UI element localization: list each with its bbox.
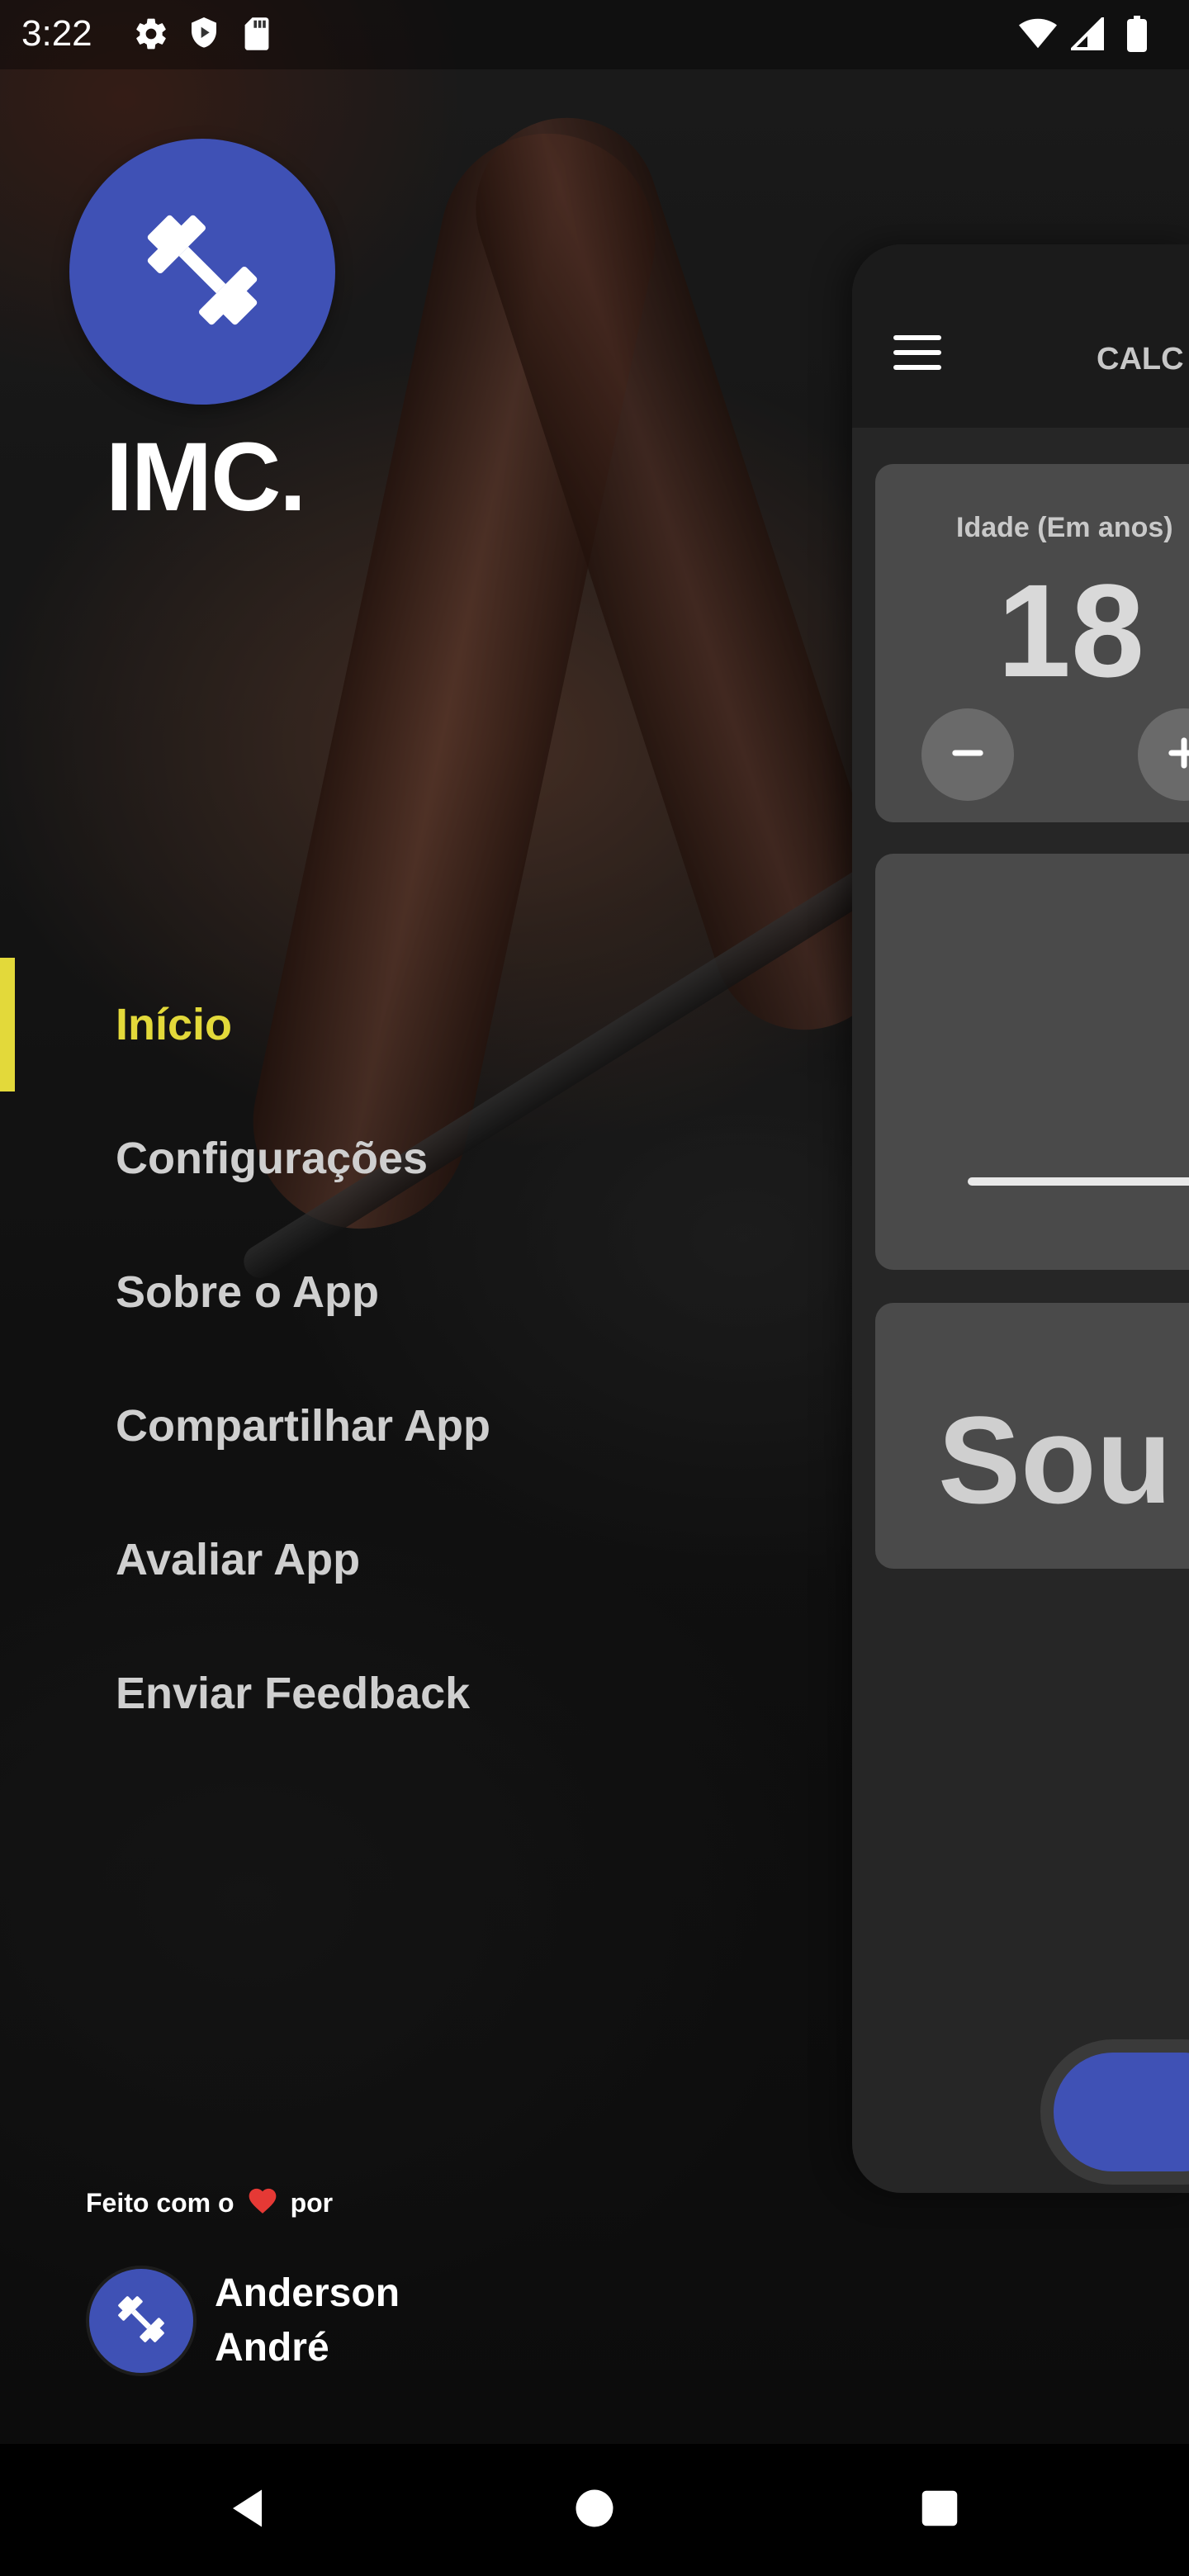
back-triangle-icon (225, 2484, 274, 2537)
menu-item-label: Início (116, 1000, 233, 1049)
age-label: Idade (Em anos) (956, 512, 1173, 543)
minus-icon (945, 730, 991, 780)
nav-recents-button[interactable] (907, 2477, 973, 2543)
menu-item-label: Enviar Feedback (116, 1669, 471, 1718)
cell-signal-icon (1068, 15, 1106, 53)
navigation-drawer: IMC. Início Configurações Sobre o App Co… (0, 0, 852, 2444)
height-value: 1 (1184, 992, 1189, 1116)
plus-icon (1161, 730, 1189, 780)
menu-item-label: Compartilhar App (116, 1401, 491, 1451)
recents-square-icon (915, 2484, 964, 2537)
appbar-title: CALC (1097, 342, 1184, 376)
menu-item-label: Avaliar App (116, 1535, 361, 1584)
main-app-window[interactable]: CALC Idade (Em anos) 18 1 Sou (852, 244, 1189, 2193)
app-bar: CALC (852, 244, 1189, 428)
battery-icon (1118, 15, 1156, 53)
age-card: Idade (Em anos) 18 (875, 464, 1189, 822)
made-prefix: Feito com o (86, 2187, 234, 2218)
made-suffix: por (290, 2187, 334, 2218)
wifi-icon (1019, 15, 1057, 53)
author-last-name: André (215, 2326, 329, 2370)
app-logo (69, 139, 335, 405)
nav-home-button[interactable] (561, 2477, 628, 2543)
gender-text: Sou (938, 1390, 1172, 1529)
age-decrement-button[interactable] (921, 708, 1014, 801)
author-block[interactable]: Anderson André (86, 2266, 400, 2376)
home-circle-icon (570, 2484, 619, 2537)
calculate-button[interactable] (1040, 2039, 1189, 2185)
app-title: IMC. (106, 423, 306, 532)
drawer-menu: Início Configurações Sobre o App Compart… (0, 958, 852, 1760)
menu-item-configuracoes[interactable]: Configurações (0, 1091, 852, 1225)
height-card: 1 (875, 854, 1189, 1270)
age-value: 18 (997, 556, 1144, 704)
menu-item-inicio[interactable]: Início (0, 958, 852, 1091)
active-indicator (0, 958, 15, 1091)
status-icons-right (1019, 15, 1156, 53)
menu-item-sobre[interactable]: Sobre o App (0, 1225, 852, 1359)
menu-icon[interactable] (893, 335, 941, 370)
nav-back-button[interactable] (216, 2477, 282, 2543)
menu-item-label: Sobre o App (116, 1267, 379, 1317)
menu-item-compartilhar[interactable]: Compartilhar App (0, 1359, 852, 1493)
menu-item-avaliar[interactable]: Avaliar App (0, 1493, 852, 1627)
dumbbell-icon (120, 187, 285, 357)
dumbbell-icon (107, 2285, 176, 2358)
gender-card[interactable]: Sou (875, 1303, 1189, 1569)
menu-item-feedback[interactable]: Enviar Feedback (0, 1627, 852, 1760)
age-increment-button[interactable] (1138, 708, 1189, 801)
heart-icon (246, 2185, 279, 2221)
height-slider[interactable] (968, 1177, 1189, 1186)
author-first-name: Anderson (215, 2271, 400, 2315)
system-navigation-bar (0, 2444, 1189, 2576)
avatar (86, 2266, 197, 2376)
author-name: Anderson André (215, 2266, 400, 2375)
menu-item-label: Configurações (116, 1134, 429, 1183)
made-with-love: Feito com o por (86, 2185, 333, 2221)
